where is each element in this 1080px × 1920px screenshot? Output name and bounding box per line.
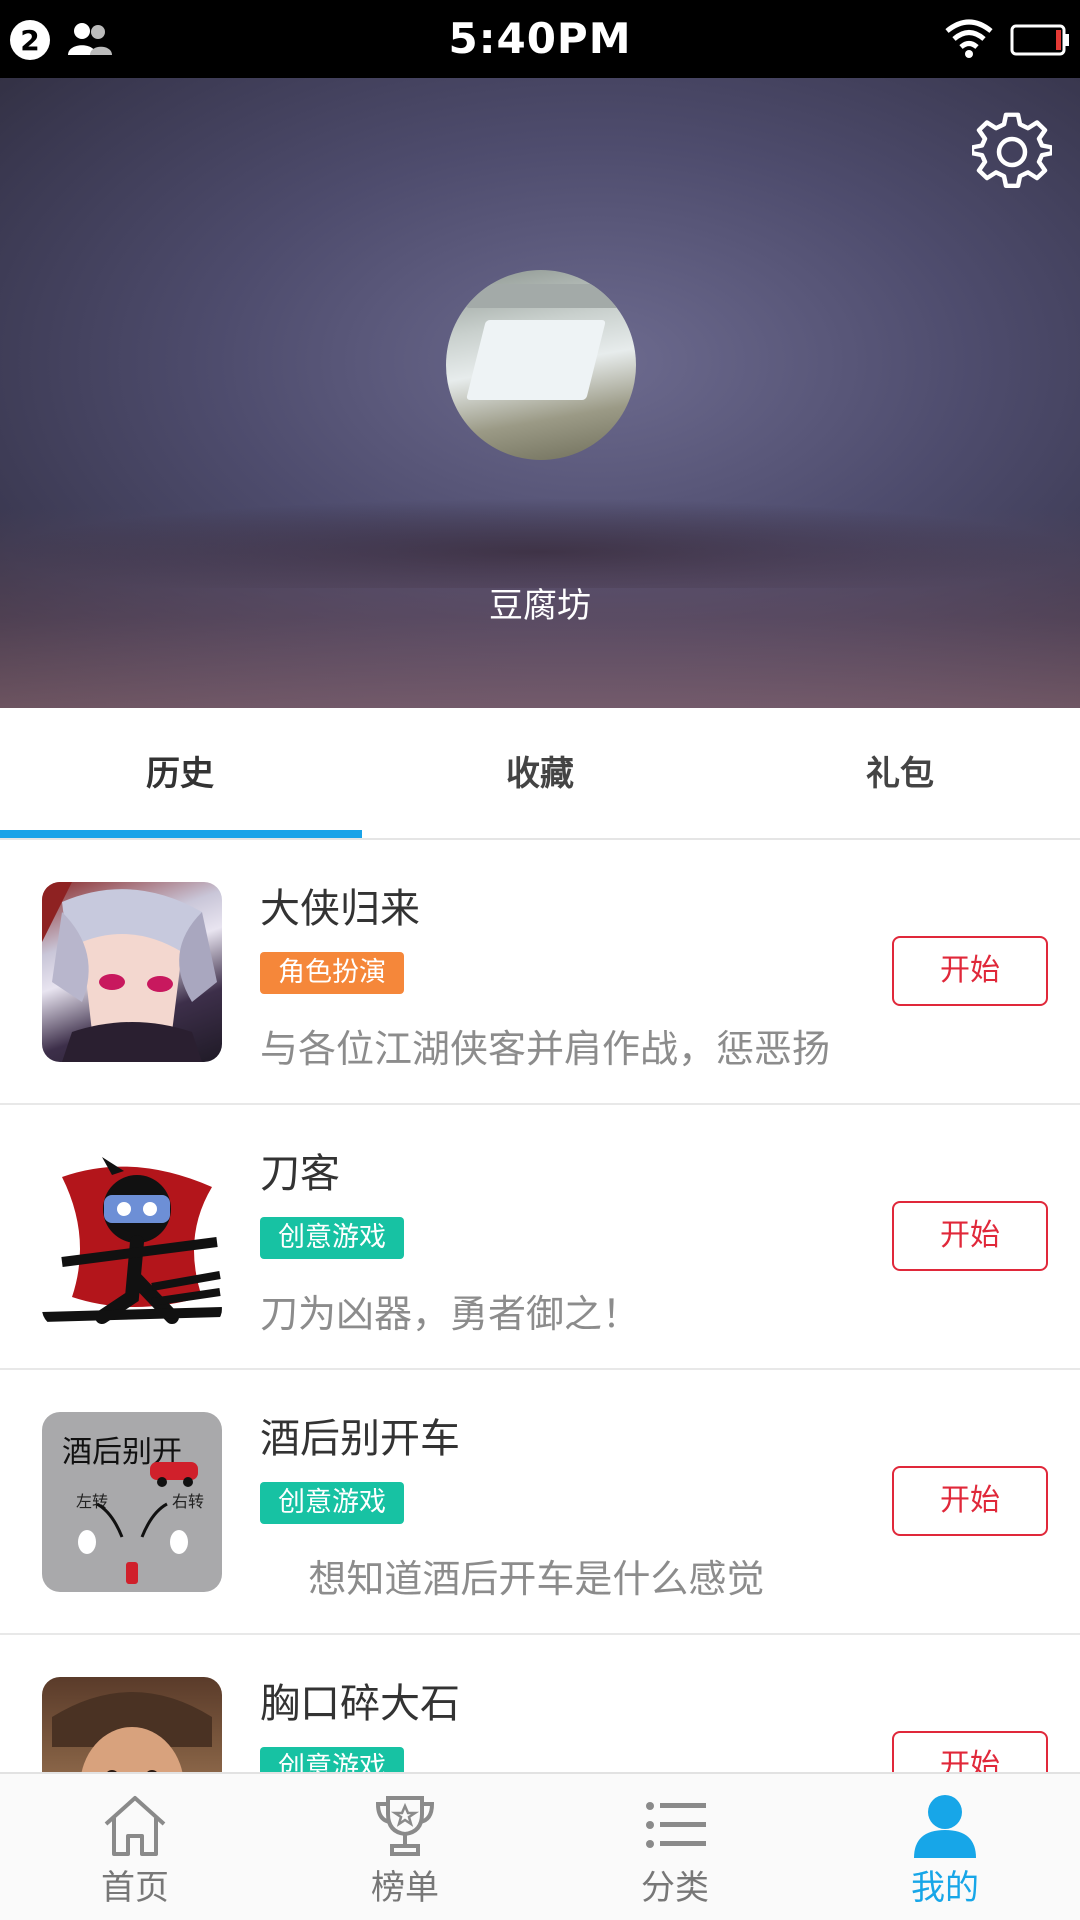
username: 豆腐坊 [489,586,591,626]
start-button[interactable]: 开始 [892,1201,1048,1271]
gear-icon[interactable] [972,112,1052,192]
nav-label: 我的 [911,1868,979,1908]
game-description: 想知道酒后开车是什么感觉 [260,1557,765,1601]
avatar[interactable] [446,270,636,460]
nav-mine[interactable]: 我的 [810,1774,1080,1920]
nav-home[interactable]: 首页 [0,1774,270,1920]
list-icon [646,1802,706,1848]
avatar-photo-cloth [466,320,606,400]
game-description: 与各位江湖侠客并肩作战，惩恶扬 [260,1027,831,1071]
drunk-driving-art: 酒后别开 左转 右转 [62,1435,204,1584]
nav-label: 榜单 [371,1868,439,1908]
game-icon-xiongkou[interactable] [42,1677,222,1772]
game-title: 胸口碎大石 [260,1681,460,1727]
tab-bar: 历史 收藏 礼包 [0,708,1080,840]
game-list: 大侠归来 角色扮演 与各位江湖侠客并肩作战，惩恶扬 开始 刀客 创意游戏 刀为凶… [0,840,1080,1772]
game-tag: 创意游戏 [260,1747,404,1772]
list-item[interactable]: 大侠归来 角色扮演 与各位江湖侠客并肩作战，惩恶扬 开始 [0,840,1080,1105]
nav-category[interactable]: 分类 [540,1774,810,1920]
tab-gifts[interactable]: 礼包 [720,708,1080,838]
game-description: 刀为凶器，勇者御之！ [260,1292,641,1336]
start-button[interactable]: 开始 [892,1731,1048,1772]
game-title: 酒后别开车 [260,1416,460,1462]
list-item[interactable]: 胸口碎大石 创意游戏 开始 [0,1635,1080,1772]
trophy-icon [375,1796,435,1856]
game-icon-daxia[interactable] [42,882,222,1062]
game-title: 刀客 [260,1151,340,1197]
profile-header: 豆腐坊 [0,78,1080,708]
ninja-art [42,1157,222,1324]
status-bar: 2 5:40PM [0,0,1080,78]
game-tag: 创意游戏 [260,1482,404,1524]
nav-label: 首页 [101,1868,169,1908]
rock-portrait-art [52,1692,212,1772]
person-icon [914,1795,976,1858]
nav-ranking[interactable]: 榜单 [270,1774,540,1920]
nav-label: 分类 [641,1868,709,1908]
game-icon-jiuhou[interactable]: 酒后别开 左转 右转 [42,1412,222,1592]
drunk-art-right-label: 右转 [172,1492,204,1511]
home-icon [104,1796,166,1856]
start-button[interactable]: 开始 [892,1466,1048,1536]
game-tag: 创意游戏 [260,1217,404,1259]
game-title: 大侠归来 [260,886,420,932]
tab-favorites[interactable]: 收藏 [360,708,720,838]
start-button[interactable]: 开始 [892,936,1048,1006]
list-item[interactable]: 刀客 创意游戏 刀为凶器，勇者御之！ 开始 [0,1105,1080,1370]
status-time: 5:40PM [448,14,632,63]
wifi-icon [945,19,993,58]
list-item[interactable]: 酒后别开 左转 右转 酒后别开车 创意游戏 想知道酒后开车是什么感觉 开始 [0,1370,1080,1635]
bottom-nav: 首页 榜单 分类 我的 [0,1772,1080,1920]
avatar-photo-shelf [466,284,636,308]
battery-icon [1010,24,1069,56]
hero-portrait-art [42,882,217,1062]
tab-history[interactable]: 历史 [0,708,360,838]
game-tag: 角色扮演 [260,952,404,994]
active-tab-indicator [0,830,362,838]
game-icon-daoke[interactable] [42,1147,222,1327]
